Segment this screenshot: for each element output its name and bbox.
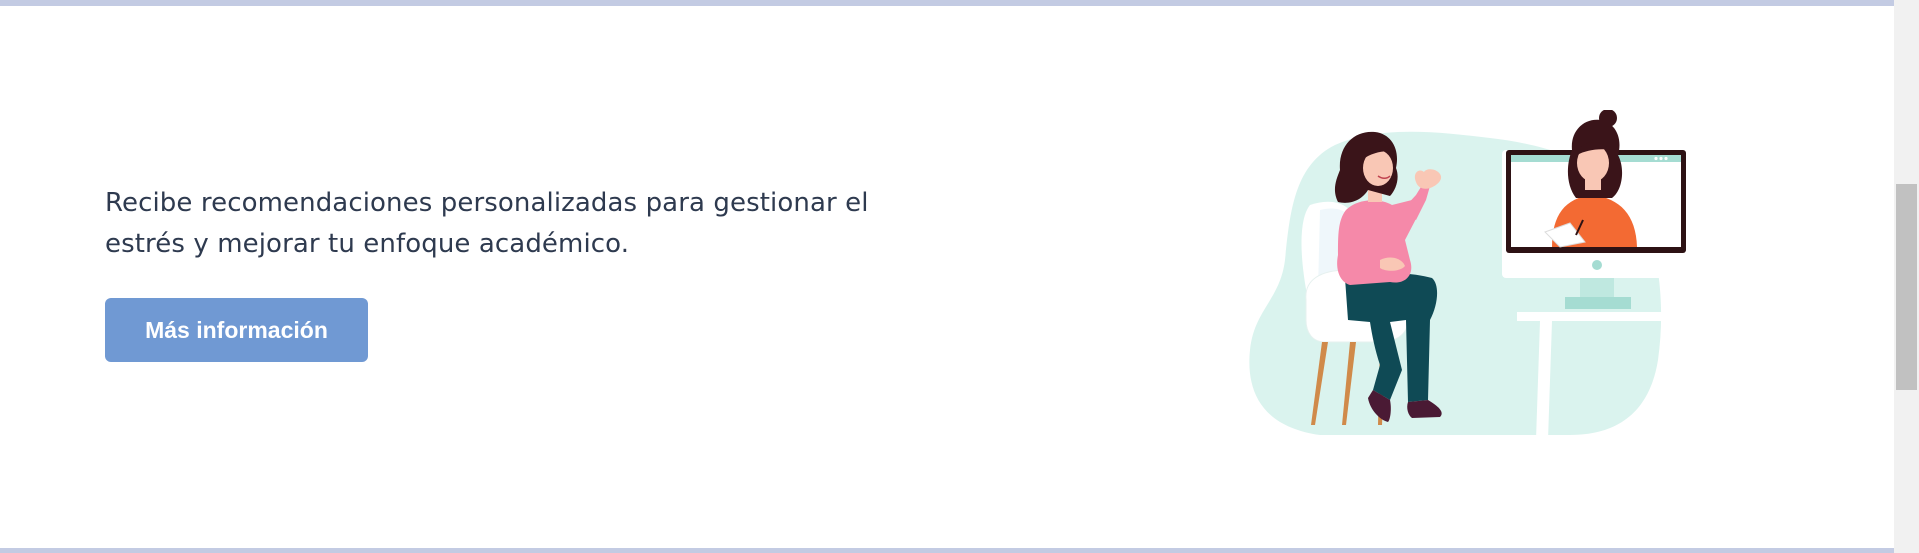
desk-top <box>1517 312 1662 321</box>
section-description: Recibe recomendaciones personalizadas pa… <box>105 188 869 259</box>
online-therapy-illustration <box>1240 109 1700 445</box>
scrollbar-thumb[interactable] <box>1896 184 1917 390</box>
info-section: Recibe recomendaciones personalizadas pa… <box>105 183 925 362</box>
section-top-border <box>0 0 1894 6</box>
more-info-button[interactable]: Más información <box>105 298 368 362</box>
page: Recibe recomendaciones personalizadas pa… <box>0 0 1919 553</box>
monitor-neck <box>1580 275 1614 297</box>
monitor-button <box>1592 260 1602 270</box>
section-bottom-border <box>0 548 1894 553</box>
monitor-base <box>1565 297 1631 309</box>
